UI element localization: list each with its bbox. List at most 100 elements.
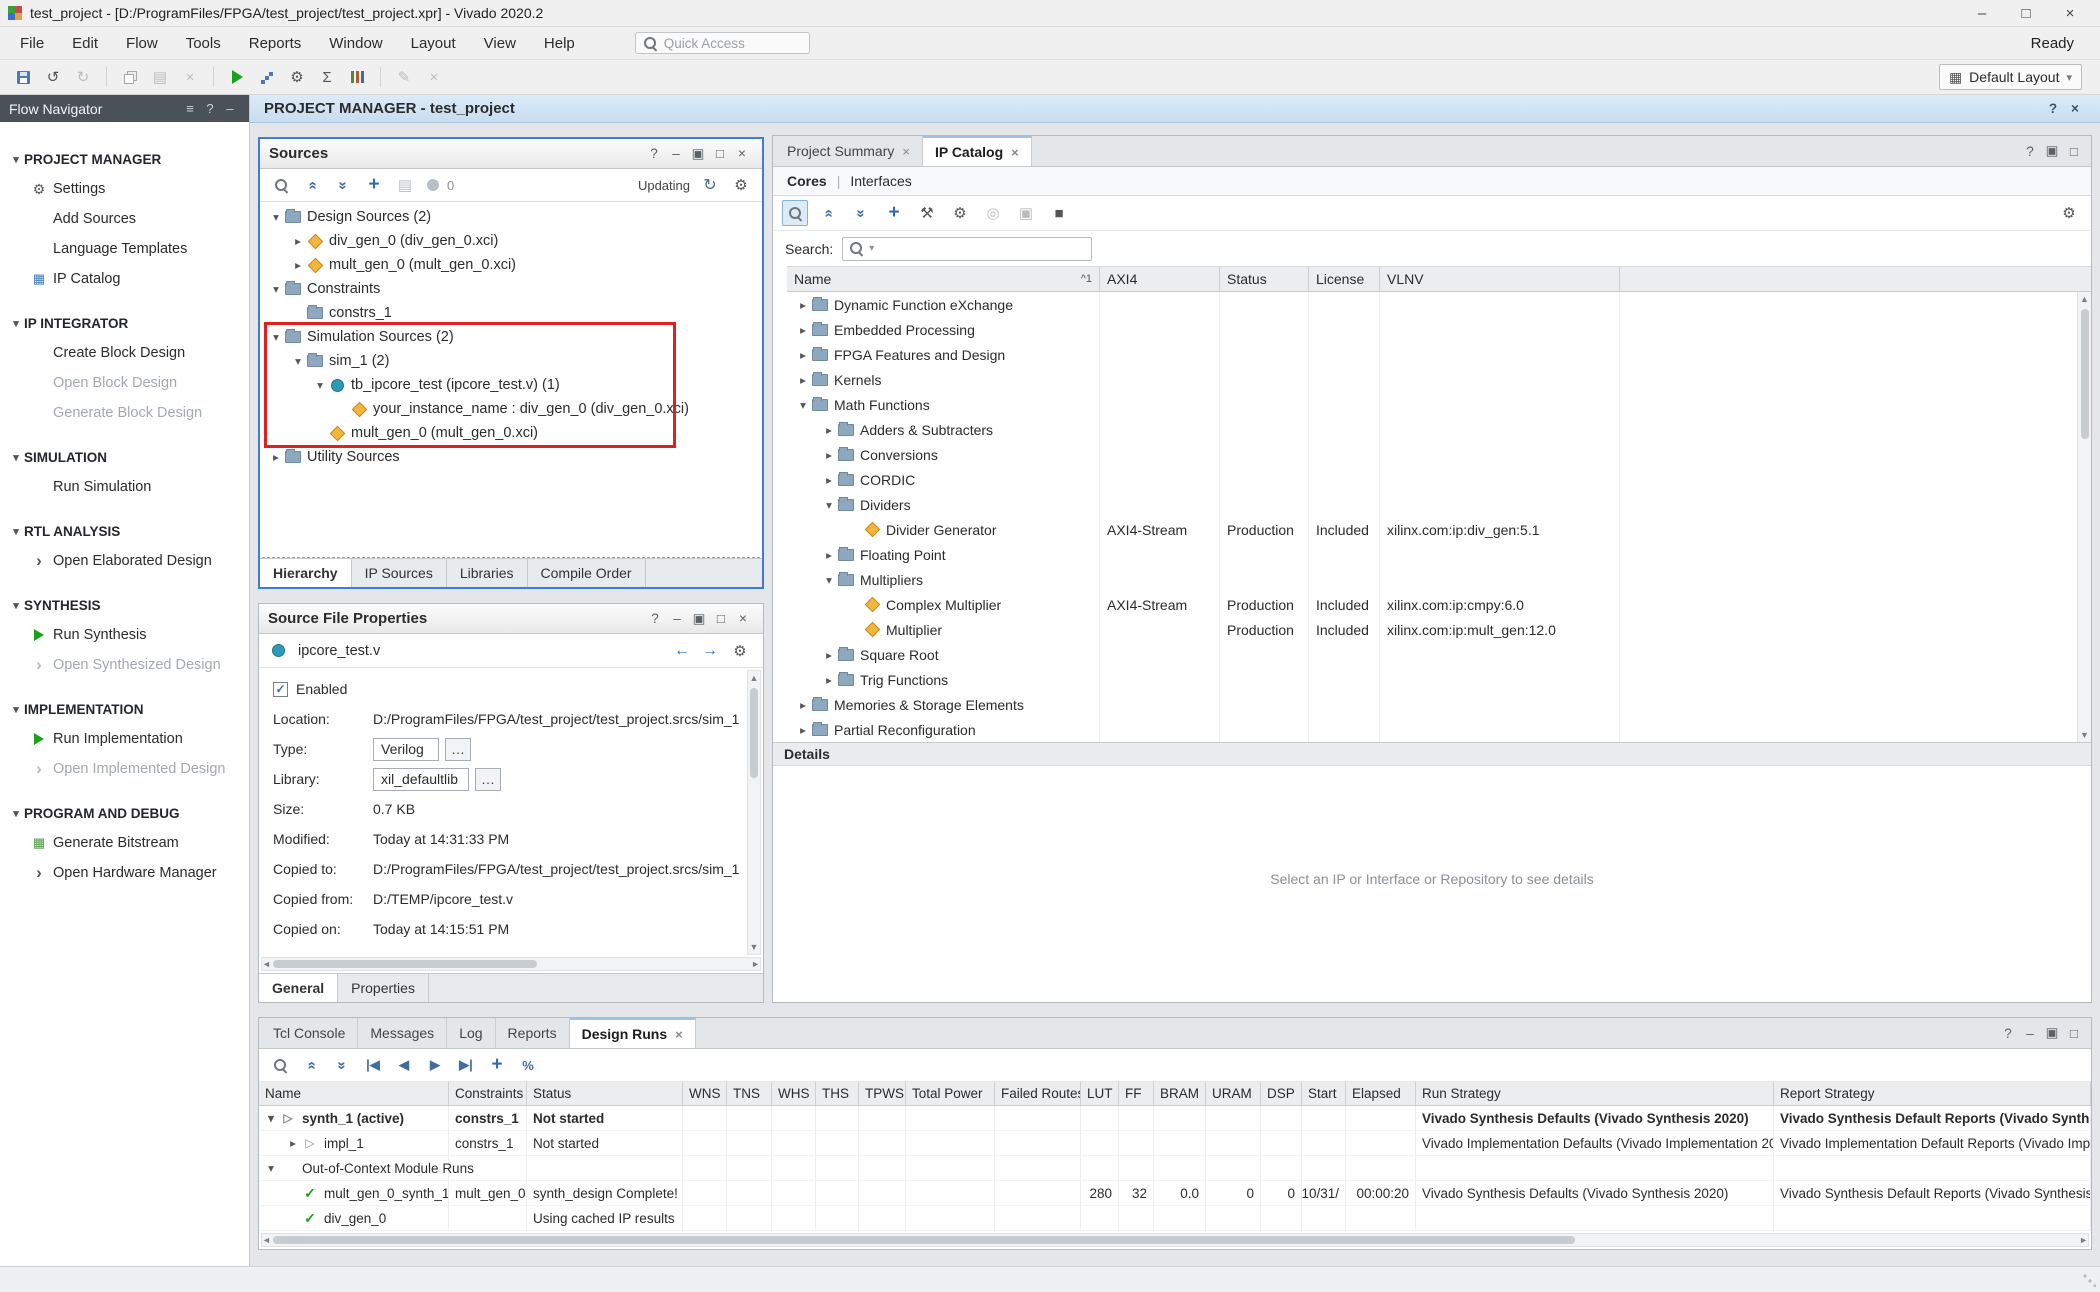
- horizontal-scrollbar[interactable]: ◄ ►: [261, 1233, 2089, 1247]
- column-header[interactable]: TPWS: [859, 1082, 906, 1105]
- flow-navigator-row[interactable]: Run Synthesis: [0, 620, 249, 650]
- float-icon[interactable]: ▣: [687, 146, 709, 162]
- help-icon[interactable]: ?: [2019, 144, 2041, 159]
- ip-catalog-row[interactable]: ▾ Dividers: [787, 492, 2091, 517]
- property-value[interactable]: 0.7 KB: [373, 801, 415, 817]
- window-maximize-button[interactable]: □: [2004, 5, 2048, 22]
- tab-cores[interactable]: Cores: [787, 173, 827, 189]
- column-header[interactable]: AXI4: [1100, 267, 1220, 291]
- expander-icon[interactable]: ▸: [821, 473, 837, 487]
- expander-icon[interactable]: ▸: [795, 348, 811, 362]
- wrench-icon[interactable]: ⚙: [947, 200, 973, 226]
- ip-catalog-row[interactable]: ▸ Conversions: [787, 442, 2091, 467]
- horizontal-scrollbar[interactable]: ◄ ►: [261, 957, 761, 971]
- go-to-end-icon[interactable]: ▶|: [453, 1052, 479, 1078]
- stop-icon[interactable]: ■: [1046, 200, 1072, 226]
- scrollbar-thumb[interactable]: [273, 1236, 1575, 1244]
- tab-interfaces[interactable]: Interfaces: [850, 173, 911, 189]
- ip-catalog-row[interactable]: ▸ Dynamic Function eXchange: [787, 292, 2091, 317]
- minimize-icon[interactable]: –: [2019, 1026, 2041, 1041]
- property-value[interactable]: Today at 14:15:51 PM: [373, 921, 509, 937]
- paste-button[interactable]: ▤: [147, 64, 173, 90]
- menu-item[interactable]: Reports: [235, 27, 316, 60]
- close-tab-icon[interactable]: ×: [675, 1027, 683, 1042]
- report-button[interactable]: [344, 64, 370, 90]
- column-header[interactable]: Start: [1302, 1082, 1346, 1105]
- ip-catalog-row[interactable]: ▸ Embedded Processing: [787, 317, 2091, 342]
- bottom-tab[interactable]: Log: [447, 1018, 495, 1048]
- ip-catalog-row[interactable]: ▸ Square Root: [787, 642, 2091, 667]
- ip-catalog-row[interactable]: ▸ Trig Functions: [787, 667, 2091, 692]
- column-header[interactable]: Status: [1220, 267, 1309, 291]
- flow-navigator-row[interactable]: ▾ PROGRAM AND DEBUG: [0, 798, 249, 828]
- flow-navigator-row[interactable]: Add Sources: [0, 204, 249, 234]
- source-tree-item[interactable]: ▾ Simulation Sources (2): [260, 325, 762, 349]
- gear-icon[interactable]: ⚙: [2056, 200, 2082, 226]
- flow-navigator-row[interactable]: Open Synthesized Design: [0, 650, 249, 680]
- expander-icon[interactable]: ▾: [268, 330, 284, 344]
- scroll-left-icon[interactable]: ◄: [262, 957, 271, 971]
- expander-icon[interactable]: ▸: [795, 698, 811, 712]
- column-header[interactable]: TNS: [727, 1082, 772, 1105]
- design-run-row[interactable]: ▾ Out-of-Context Module Runs: [259, 1156, 2091, 1181]
- ip-catalog-row[interactable]: ▸ Adders & Subtracters: [787, 417, 2091, 442]
- go-to-start-icon[interactable]: |◀: [360, 1052, 386, 1078]
- create-run-button[interactable]: +: [484, 1052, 510, 1078]
- scroll-up-icon[interactable]: ▲: [2080, 292, 2089, 306]
- ip-catalog-row[interactable]: ▸ FPGA Features and Design: [787, 342, 2091, 367]
- flow-navigator-row[interactable]: ▾ SYNTHESIS: [0, 590, 249, 620]
- close-tab-icon[interactable]: ×: [1011, 145, 1019, 160]
- scrollbar-thumb[interactable]: [750, 688, 758, 778]
- bottom-tab[interactable]: Messages: [358, 1018, 447, 1048]
- expander-icon[interactable]: ▾: [795, 398, 811, 412]
- column-header[interactable]: Report Strategy: [1774, 1082, 2091, 1105]
- source-tree-item[interactable]: constrs_1: [260, 301, 762, 325]
- close-icon[interactable]: ×: [732, 611, 754, 626]
- source-tree-item[interactable]: ▸ div_gen_0 (div_gen_0.xci): [260, 229, 762, 253]
- flow-navigator-row[interactable]: IP Catalog: [0, 264, 249, 294]
- ip-catalog-row[interactable]: Multiplier Production Included xilinx.co…: [787, 617, 2091, 642]
- ip-catalog-row[interactable]: ▸ Memories & Storage Elements: [787, 692, 2091, 717]
- expander-icon[interactable]: ▸: [821, 448, 837, 462]
- column-header[interactable]: Total Power: [906, 1082, 995, 1105]
- column-header[interactable]: BRAM: [1154, 1082, 1206, 1105]
- maximize-icon[interactable]: □: [2063, 1026, 2085, 1041]
- ip-catalog-row[interactable]: Complex Multiplier AXI4-Stream Productio…: [787, 592, 2091, 617]
- menu-item[interactable]: View: [470, 27, 530, 60]
- help-icon[interactable]: ?: [644, 611, 666, 626]
- column-header[interactable]: THS: [816, 1082, 859, 1105]
- property-value[interactable]: D:/ProgramFiles/FPGA/test_project/test_p…: [373, 861, 739, 877]
- view-tab[interactable]: General: [259, 974, 338, 1002]
- minimize-icon[interactable]: –: [666, 611, 688, 626]
- column-header[interactable]: URAM: [1206, 1082, 1261, 1105]
- expander-icon[interactable]: ▸: [821, 673, 837, 687]
- source-tree-item[interactable]: ▸ mult_gen_0 (mult_gen_0.xci): [260, 253, 762, 277]
- edit-button[interactable]: ✎: [391, 64, 417, 90]
- minimize-icon[interactable]: –: [665, 146, 687, 161]
- expander-icon[interactable]: ▾: [821, 573, 837, 587]
- flow-navigator-row[interactable]: Open Block Design: [0, 368, 249, 398]
- vertical-scrollbar[interactable]: ▲ ▼: [747, 670, 761, 955]
- flow-navigator-row[interactable]: Create Block Design: [0, 338, 249, 368]
- expander-icon[interactable]: ▸: [821, 423, 837, 437]
- expander-icon[interactable]: ▾: [263, 1111, 279, 1125]
- gear-icon[interactable]: ⚙: [727, 638, 753, 664]
- step-back-icon[interactable]: ◀: [391, 1052, 417, 1078]
- ip-catalog-row[interactable]: ▾ Multipliers: [787, 567, 2091, 592]
- properties-icon[interactable]: ▣: [1013, 200, 1039, 226]
- quick-access-search[interactable]: Quick Access: [635, 32, 810, 54]
- browse-button[interactable]: …: [475, 768, 501, 791]
- ip-catalog-row[interactable]: ▸ Partial Reconfiguration: [787, 717, 2091, 742]
- ip-catalog-row[interactable]: ▸ CORDIC: [787, 467, 2091, 492]
- expander-icon[interactable]: ▾: [312, 378, 328, 392]
- gear-icon[interactable]: ⚙: [728, 172, 754, 198]
- run-button[interactable]: [224, 64, 250, 90]
- property-value[interactable]: D:/ProgramFiles/FPGA/test_project/test_p…: [373, 711, 739, 727]
- flow-navigator-row[interactable]: Run Implementation: [0, 724, 249, 754]
- column-header[interactable]: License: [1309, 267, 1380, 291]
- column-header[interactable]: Elapsed: [1346, 1082, 1416, 1105]
- menu-item[interactable]: Edit: [58, 27, 112, 60]
- minimize-icon[interactable]: –: [220, 101, 240, 116]
- float-icon[interactable]: ▣: [2041, 1025, 2063, 1041]
- close-icon[interactable]: ×: [2064, 101, 2086, 116]
